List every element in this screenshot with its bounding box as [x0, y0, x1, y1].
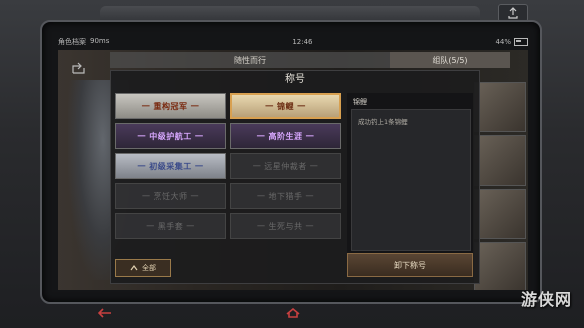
title-item[interactable]: 一 初级采集工 一 [115, 153, 226, 179]
unequip-title-button[interactable]: 卸下称号 [347, 253, 473, 277]
battery-icon [514, 38, 528, 46]
filter-label: 全部 [142, 264, 156, 272]
home-button[interactable] [280, 306, 306, 320]
top-tab-bar: 随性而行 组队(5/5) [110, 52, 510, 68]
title-item-locked[interactable]: 一 地下猎手 一 [230, 183, 341, 209]
title-item-locked[interactable]: 一 远星仲裁者 一 [230, 153, 341, 179]
back-button[interactable] [92, 306, 118, 320]
back-arrow-icon [98, 308, 111, 318]
carrier-label: 角色档案 [58, 38, 86, 46]
title-grid: 一 重构冠军 一 一 锦鲤 一 一 中级护航工 一 一 高阶生涯 一 一 初级采… [115, 93, 341, 243]
team-photo [474, 135, 526, 186]
network-latency: 90ms [90, 37, 110, 45]
title-item-locked[interactable]: 一 黑手套 一 [115, 213, 226, 239]
title-item-locked[interactable]: 一 生死与共 一 [230, 213, 341, 239]
tab-free-roam[interactable]: 随性而行 [110, 52, 390, 68]
battery-level: 44% [495, 38, 511, 46]
team-photo [474, 188, 526, 239]
detail-description: 成功钓上1条锦鲤 [358, 118, 408, 126]
detail-description-box: 成功钓上1条锦鲤 [351, 109, 471, 251]
share-icon[interactable] [72, 62, 86, 74]
bottom-nav [0, 302, 584, 328]
title-item-locked[interactable]: 一 烹饪大师 一 [115, 183, 226, 209]
filter-all-button[interactable]: 全部 [115, 259, 171, 277]
title-detail: 锦鲤 成功钓上1条锦鲤 [347, 93, 473, 253]
chevron-up-icon [130, 265, 138, 271]
team-photos [474, 82, 526, 290]
upload-icon [508, 7, 518, 19]
title-item[interactable]: 一 重构冠军 一 [115, 93, 226, 119]
team-photo [474, 241, 526, 290]
site-watermark: 游侠网 [520, 290, 572, 309]
tab-team[interactable]: 组队(5/5) [390, 52, 510, 68]
title-item[interactable]: 一 中级护航工 一 [115, 123, 226, 149]
status-bar: 角色档案 90ms 12:46 44% [58, 36, 528, 48]
panel-title: 称号 [285, 74, 305, 85]
title-item[interactable]: 一 高阶生涯 一 [230, 123, 341, 149]
title-panel: 称号 一 重构冠军 一 一 锦鲤 一 一 中级护航工 一 一 高阶生涯 一 一 … [110, 70, 480, 284]
status-time: 12:46 [292, 38, 313, 46]
home-icon [286, 308, 300, 318]
title-item-selected[interactable]: 一 锦鲤 一 [230, 93, 341, 119]
team-photo [474, 82, 526, 133]
